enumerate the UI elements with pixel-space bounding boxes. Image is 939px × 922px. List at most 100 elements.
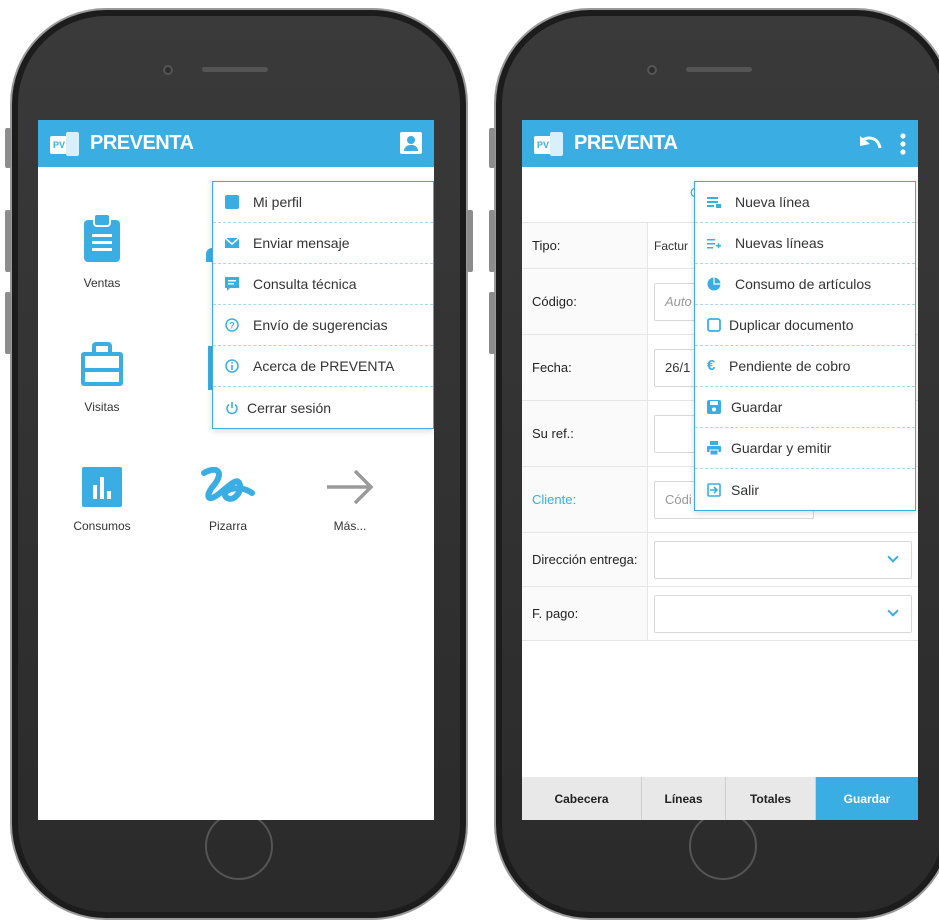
squiggle-icon	[201, 467, 255, 502]
menu-item-label: Duplicar documento	[729, 317, 854, 333]
menu-item-label: Consulta técnica	[253, 276, 357, 292]
menu-item-label: Enviar mensaje	[253, 235, 350, 251]
menu-item-pendiente-cobro[interactable]: € Pendiente de cobro	[695, 346, 915, 387]
field-f-pago: F. pago:	[522, 587, 918, 641]
profile-menu: Mi perfil Enviar mensaje Consulta técnic…	[212, 181, 434, 429]
clipboard-icon	[84, 213, 120, 262]
camera-icon	[647, 65, 657, 75]
envelope-icon	[225, 237, 239, 248]
field-label: Tipo:	[522, 223, 648, 268]
chat-icon	[225, 277, 239, 291]
save-icon	[707, 400, 721, 414]
copy-icon	[707, 318, 721, 332]
phone-side-button	[5, 292, 11, 354]
menu-item-nueva-linea[interactable]: Nueva línea	[695, 182, 915, 223]
phone-frame-right: PV PREVENTA C Tipo: Factur Código: Auto …	[489, 8, 939, 920]
direccion-select[interactable]	[654, 540, 912, 579]
tile-label: Ventas	[83, 276, 121, 290]
list-plus-icon	[707, 239, 721, 249]
menu-item-cerrar-sesion[interactable]: Cerrar sesión	[213, 387, 433, 428]
home-button[interactable]	[205, 812, 273, 880]
tile-ventas[interactable]: Ventas	[52, 212, 152, 290]
tab-cabecera[interactable]: Cabecera	[522, 777, 642, 820]
briefcase-icon	[81, 342, 123, 386]
menu-item-enviar-mensaje[interactable]: Enviar mensaje	[213, 223, 433, 264]
menu-item-nuevas-lineas[interactable]: Nuevas líneas	[695, 223, 915, 264]
phone-frame-left: PV PREVENTA Ventas Visitas Consumos Piza…	[5, 8, 473, 920]
chevron-down-icon	[887, 550, 899, 563]
tile-label: Más...	[333, 519, 367, 533]
menu-item-label: Envío de sugerencias	[253, 317, 388, 333]
menu-item-label: Acerca de PREVENTA	[253, 358, 395, 374]
tile-label: Consumos	[73, 519, 131, 533]
tile-label: Visitas	[84, 400, 120, 414]
app-bar: PV PREVENTA	[522, 120, 918, 167]
bottom-tab-bar: Cabecera Líneas Totales Guardar	[522, 777, 918, 820]
info-icon	[225, 359, 239, 373]
field-direccion-entrega: Dirección entrega:	[522, 533, 918, 587]
menu-item-consulta-tecnica[interactable]: Consulta técnica	[213, 264, 433, 305]
app-title: PREVENTA	[90, 132, 194, 154]
phone-side-button	[489, 210, 495, 272]
tile-consumos[interactable]: Consumos	[52, 467, 152, 533]
phone-side-button	[489, 128, 495, 168]
tile-pizarra[interactable]: Pizarra	[178, 467, 278, 533]
exit-icon	[707, 482, 721, 497]
menu-item-label: Guardar y emitir	[731, 440, 832, 456]
help-circle-icon: ?	[225, 318, 239, 332]
bar-chart-icon	[82, 467, 122, 507]
phone-side-button	[5, 128, 11, 168]
chevron-down-icon	[887, 604, 899, 617]
tile-visitas[interactable]: Visitas	[52, 342, 152, 414]
arrow-right-icon	[327, 469, 374, 505]
tile-mas[interactable]: Más...	[300, 467, 400, 533]
options-menu: Nueva línea Nuevas líneas Consumo de art…	[694, 181, 916, 511]
svg-text:?: ?	[229, 321, 235, 331]
menu-item-label: Mi perfil	[253, 194, 303, 210]
user-card-icon	[225, 195, 239, 209]
field-label: Fecha:	[522, 335, 648, 400]
menu-item-envio-sugerencias[interactable]: ? Envío de sugerencias	[213, 305, 433, 346]
field-label: Cliente:	[522, 467, 648, 532]
tab-lineas[interactable]: Líneas	[642, 777, 726, 820]
screen-right: PV PREVENTA C Tipo: Factur Código: Auto …	[522, 120, 918, 820]
home-button[interactable]	[689, 812, 757, 880]
app-title: PREVENTA	[574, 132, 678, 154]
undo-icon[interactable]	[858, 134, 882, 154]
phone-side-button	[489, 292, 495, 354]
profile-icon[interactable]	[400, 132, 422, 154]
menu-item-label: Pendiente de cobro	[729, 358, 851, 374]
menu-item-duplicar-documento[interactable]: Duplicar documento	[695, 305, 915, 346]
app-bar: PV PREVENTA	[38, 120, 434, 167]
field-label: F. pago:	[522, 587, 648, 640]
menu-item-guardar-emitir[interactable]: Guardar y emitir	[695, 428, 915, 469]
power-icon	[226, 401, 238, 414]
menu-item-label: Cerrar sesión	[247, 399, 332, 416]
menu-item-label: Guardar	[731, 399, 783, 415]
menu-item-label: Salir	[731, 481, 760, 498]
euro-icon: €	[707, 357, 716, 374]
speaker-grille	[686, 67, 752, 72]
menu-item-guardar[interactable]: Guardar	[695, 387, 915, 428]
guardar-button[interactable]: Guardar	[816, 777, 918, 820]
screen-left: PV PREVENTA Ventas Visitas Consumos Piza…	[38, 120, 434, 820]
phone-side-button	[5, 210, 11, 272]
pie-chart-icon	[707, 277, 721, 291]
app-logo-icon: PV	[534, 131, 564, 156]
field-label: Código:	[522, 269, 648, 334]
app-logo-icon: PV	[50, 131, 80, 156]
menu-item-acerca-de[interactable]: Acerca de PREVENTA	[213, 346, 433, 387]
tile-label: Pizarra	[208, 519, 247, 533]
menu-item-consumo-articulos[interactable]: Consumo de artículos	[695, 264, 915, 305]
menu-item-mi-perfil[interactable]: Mi perfil	[213, 182, 433, 223]
menu-item-label: Consumo de artículos	[735, 276, 872, 292]
menu-item-label: Nuevas líneas	[735, 235, 824, 251]
more-vertical-icon[interactable]	[900, 133, 906, 155]
phone-side-button	[467, 210, 473, 272]
menu-item-salir[interactable]: Salir	[695, 469, 915, 510]
tab-totales[interactable]: Totales	[726, 777, 816, 820]
field-label: Su ref.:	[522, 401, 648, 466]
speaker-grille	[202, 67, 268, 72]
field-label: Dirección entrega:	[522, 533, 648, 586]
f-pago-select[interactable]	[654, 594, 912, 633]
